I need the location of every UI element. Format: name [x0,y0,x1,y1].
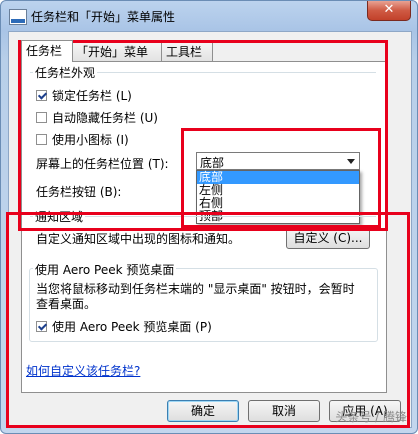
lock-taskbar-label: 锁定任务栏 (L) [52,89,132,103]
small-icons-option[interactable]: 使用小图标 (I) [36,131,129,148]
position-label: 屏幕上的任务栏位置 (T): [36,157,169,171]
aero-peek-checkbox[interactable] [36,321,47,332]
aero-peek-group-label: 使用 Aero Peek 预览桌面 [33,261,177,278]
title-bar[interactable]: 任务栏和「开始」菜单属性 ✕ [1,1,417,31]
autohide-taskbar-option[interactable]: 自动隐藏任务栏 (U) [36,109,158,126]
small-icons-label: 使用小图标 (I) [52,133,129,147]
taskbar-tab-panel: 任务栏外观 锁定任务栏 (L) 自动隐藏任务栏 (U) 使用小图标 (I) 屏幕… [21,61,387,393]
cancel-button[interactable]: 取消 [248,400,320,422]
notification-group-label: 通知区域 [33,208,86,225]
tab-start-menu[interactable]: 「开始」菜单 [71,42,163,61]
dialog-client-area: 任务栏 「开始」菜单 工具栏 任务栏外观 锁定任务栏 (L) 自动隐藏任务栏 (… [8,31,412,428]
position-selected-value: 底部 [200,156,225,170]
aero-peek-option[interactable]: 使用 Aero Peek 预览桌面 (P) [36,318,212,335]
tab-toolbars[interactable]: 工具栏 [161,42,213,61]
small-icons-checkbox[interactable] [36,134,47,145]
notification-description: 自定义通知区域中出现的图标和通知。 [36,232,241,246]
close-button[interactable]: ✕ [367,1,411,21]
watermark-text: 头条号 / 腾锋 [335,410,407,424]
chevron-down-icon[interactable] [347,159,355,164]
appearance-group-label: 任务栏外观 [33,64,98,81]
lock-taskbar-checkbox[interactable] [36,90,47,101]
aero-peek-description-2: 查看桌面。 [36,297,97,311]
properties-window: 任务栏和「开始」菜单属性 ✕ 任务栏 「开始」菜单 工具栏 任务栏外观 锁定任务… [0,0,418,434]
tab-taskbar[interactable]: 任务栏 [21,40,73,62]
ok-button[interactable]: 确定 [167,400,239,422]
customize-notifications-button[interactable]: 自定义 (C)... [286,227,370,249]
taskbar-buttons-label: 任务栏按钮 (B): [36,185,122,199]
autohide-taskbar-checkbox[interactable] [36,112,47,123]
lock-taskbar-option[interactable]: 锁定任务栏 (L) [36,87,132,104]
customize-taskbar-help-link[interactable]: 如何自定义该任务栏? [26,362,140,379]
autohide-taskbar-label: 自动隐藏任务栏 (U) [52,111,158,125]
window-title: 任务栏和「开始」菜单属性 [31,10,176,24]
aero-peek-label: 使用 Aero Peek 预览桌面 (P) [52,320,212,334]
taskbar-app-icon [9,9,27,25]
taskbar-position-select[interactable]: 底部 [196,152,360,170]
